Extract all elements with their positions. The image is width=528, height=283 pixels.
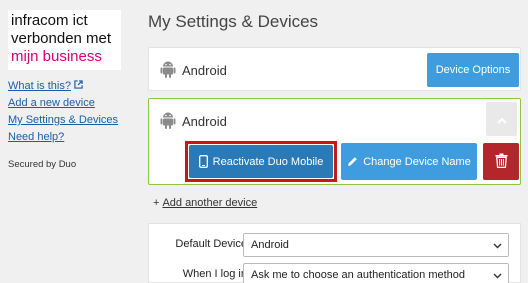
android-icon [160,60,176,78]
device-name: Android [182,114,227,129]
pencil-icon [347,156,358,167]
secured-by-duo: Secured by Duo [8,159,77,170]
when-login-select[interactable]: Ask me to choose an authentication metho… [243,263,509,283]
default-device-value: Android [251,239,289,251]
reactivate-duo-mobile-button[interactable]: Reactivate Duo Mobile [189,145,333,178]
add-new-device-link[interactable]: Add a new device [8,95,118,112]
add-another-device-link[interactable]: Add another device [162,197,257,209]
default-device-select[interactable]: Android [243,233,509,257]
device-options-button[interactable]: Device Options [427,53,519,87]
need-help-link[interactable]: Need help? [8,129,118,146]
trash-icon [495,153,508,171]
infracom-logo: infracom ict verbonden met mijn business [8,10,121,70]
add-another-device: + Add another device [153,197,257,209]
when-login-value: Ask me to choose an authentication metho… [251,269,466,281]
default-device-label: Default Device: [175,238,250,250]
settings-panel: Default Device: Android When I log in: A… [148,223,521,283]
add-another-prefix: + [153,197,160,209]
sidebar: infracom ict verbonden met mijn business… [0,0,128,283]
what-is-this-label: What is this? [8,80,71,92]
default-device-row: Default Device: Android [149,233,520,257]
page-title: My Settings & Devices [148,12,319,31]
phone-icon [198,155,208,168]
logo-line-1: infracom ict [11,12,88,29]
what-is-this-link[interactable]: What is this? [8,78,118,95]
my-settings-devices-link[interactable]: My Settings & Devices [8,112,118,129]
logo-line-2: verbonden met [11,30,112,47]
device-card: Android Device Options [148,47,521,91]
when-login-row: When I log in: Ask me to choose an authe… [149,263,520,283]
external-link-icon [74,78,83,95]
logo-line-3: mijn business [11,48,102,65]
android-icon [160,111,176,129]
chevron-down-icon [493,270,502,282]
device-card-expanded: Android Reactivate Duo Mobile Change Dev… [148,98,521,185]
reactivate-label: Reactivate Duo Mobile [212,155,324,168]
chevron-up-icon [496,111,507,127]
device-name: Android [182,63,227,78]
rename-label: Change Device Name [363,155,471,168]
when-login-label: When I log in: [182,268,250,280]
delete-device-button[interactable] [483,143,519,180]
sidebar-nav: What is this? Add a new device My Settin… [8,78,118,146]
chevron-down-icon [493,240,502,252]
change-device-name-button[interactable]: Change Device Name [341,143,477,180]
collapse-button[interactable] [486,102,517,136]
